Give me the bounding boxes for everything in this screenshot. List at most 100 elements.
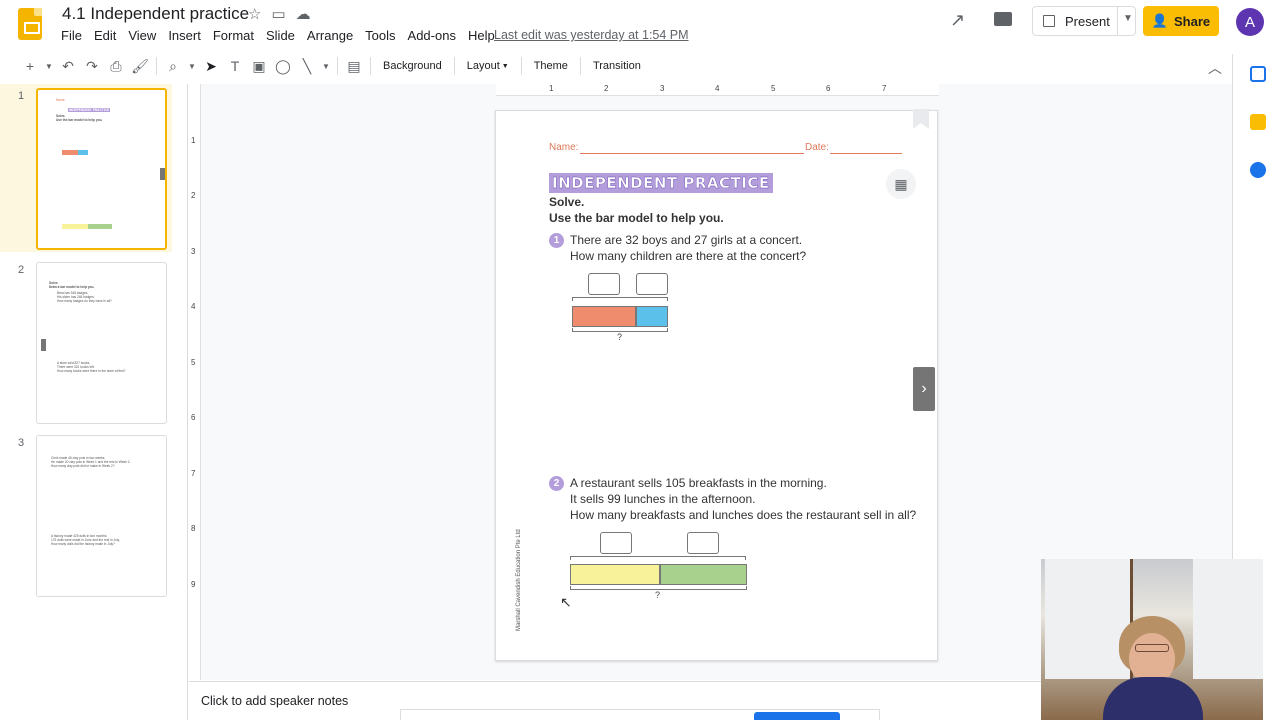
new-slide-icon[interactable]: +: [18, 54, 42, 78]
avatar[interactable]: A: [1236, 8, 1264, 36]
next-page-arrow-icon[interactable]: ›: [913, 367, 935, 411]
speaker-notes-placeholder[interactable]: Click to add speaker notes: [201, 694, 348, 708]
slide-number: 3: [18, 437, 25, 449]
present-icon: [1043, 15, 1055, 27]
top-brace: [570, 556, 746, 560]
person-icon: 👤: [1151, 13, 1169, 28]
instruction-solve: Solve.: [549, 195, 585, 209]
q2-line3: How many breakfasts and lunches does the…: [570, 508, 917, 522]
tasks-icon[interactable]: [1250, 162, 1266, 178]
menu-slide[interactable]: Slide: [266, 28, 302, 43]
menu-addons[interactable]: Add-ons: [408, 28, 463, 43]
slide-filmstrip: 1 Name: INDEPENDENT PRACTICE Solve. Use …: [0, 84, 188, 720]
background-button[interactable]: Background: [375, 54, 450, 78]
filmstrip-row-3: 3 Chris made 46 clay pots in two weeks. …: [0, 431, 172, 599]
slide-number: 2: [18, 264, 25, 276]
answer-box[interactable]: [636, 273, 668, 295]
menu-view[interactable]: View: [128, 28, 163, 43]
star-icon[interactable]: ☆: [248, 5, 261, 23]
thumb-name-label: Name:: [56, 98, 66, 102]
menu-bar: File Edit View Insert Format Slide Arran…: [61, 28, 507, 43]
slide-page[interactable]: Name: Date: INDEPENDENT PRACTICE ▦ Solve…: [495, 109, 938, 661]
menu-tools[interactable]: Tools: [365, 28, 402, 43]
calculator-icon[interactable]: ▦: [886, 169, 916, 199]
thumb-q1-line3: How many clay pots did he make in Week 2…: [51, 464, 115, 468]
thumb-instruction: Use the bar model to help you.: [56, 118, 103, 122]
move-folder-icon[interactable]: ▭: [271, 5, 285, 23]
transition-button[interactable]: Transition: [585, 54, 649, 78]
menu-file[interactable]: File: [61, 28, 89, 43]
slide-thumbnail-2[interactable]: Solve. Draw a bar model to help you. Bre…: [36, 262, 167, 424]
answer-box[interactable]: [588, 273, 620, 295]
unknown-mark: ?: [617, 332, 623, 342]
ruler-tick: 9: [191, 580, 196, 589]
present-label: Present: [1065, 13, 1110, 29]
print-icon[interactable]: ⎙: [104, 54, 128, 78]
layout-button[interactable]: Layout ▼: [459, 54, 517, 78]
menu-edit[interactable]: Edit: [94, 28, 123, 43]
select-cursor-icon[interactable]: ➤: [199, 54, 223, 78]
share-button[interactable]: 👤 Share: [1143, 6, 1219, 36]
shape-icon[interactable]: ◯: [271, 54, 295, 78]
image-icon[interactable]: ▣: [247, 54, 271, 78]
collapse-menus-icon[interactable]: ︿: [1208, 58, 1222, 78]
theme-button[interactable]: Theme: [526, 54, 576, 78]
webcam-video: [1041, 559, 1263, 720]
unknown-mark: ?: [655, 590, 661, 600]
vertical-ruler: 1 2 3 4 5 6 7 8 9: [189, 84, 201, 680]
ruler-tick: 3: [191, 247, 196, 256]
cloud-status-icon[interactable]: ☁: [296, 5, 311, 23]
slides-logo-icon[interactable]: [18, 8, 42, 40]
title-icons: ☆ ▭ ☁: [248, 5, 311, 23]
thumb-prev-arrow: [41, 339, 46, 351]
activity-dashboard-icon[interactable]: ↗: [950, 10, 965, 31]
webcam-body: [1103, 677, 1203, 720]
answer-box[interactable]: [600, 532, 632, 554]
ruler-tick: 6: [191, 413, 196, 422]
question-number-badge: 1: [549, 233, 564, 248]
comments-icon[interactable]: [994, 12, 1012, 26]
question-number-badge: 2: [549, 476, 564, 491]
practice-heading: INDEPENDENT PRACTICE: [549, 173, 773, 193]
document-title[interactable]: 4.1 Independent practice: [62, 4, 249, 24]
keep-icon[interactable]: [1250, 114, 1266, 130]
menu-format[interactable]: Format: [213, 28, 261, 43]
bottom-blue-tab: [754, 712, 840, 720]
thumb-instruction: Draw a bar model to help you.: [49, 285, 95, 289]
present-button[interactable]: Present ▼: [1032, 6, 1136, 36]
slide-thumbnail-3[interactable]: Chris made 46 clay pots in two weeks. He…: [36, 435, 167, 597]
calendar-icon[interactable]: [1250, 66, 1266, 82]
ruler-tick: 3: [660, 84, 665, 93]
name-line: [580, 153, 804, 154]
zoom-dropdown-icon[interactable]: ▼: [185, 54, 199, 78]
undo-icon[interactable]: ↶: [56, 54, 80, 78]
toolbar-divider: [370, 57, 371, 75]
ruler-tick: 4: [191, 302, 196, 311]
answer-box[interactable]: [687, 532, 719, 554]
add-comment-icon[interactable]: ▤: [342, 54, 366, 78]
publisher-credit: Marshall Cavendish Education Pte Ltd: [516, 529, 522, 631]
webcam-glasses: [1135, 644, 1169, 652]
thumb-q1-line3: How many badges do they have in all?: [57, 299, 112, 303]
menu-arrange[interactable]: Arrange: [307, 28, 360, 43]
zoom-icon[interactable]: ⌕: [161, 54, 185, 78]
paint-format-icon[interactable]: 🖌: [128, 54, 152, 78]
date-line: [830, 153, 902, 154]
present-dropdown-icon[interactable]: ▼: [1123, 13, 1133, 24]
webcam-window: [1045, 559, 1133, 679]
line-icon[interactable]: ╲: [295, 54, 319, 78]
line-dropdown-icon[interactable]: ▼: [319, 54, 333, 78]
redo-icon[interactable]: ↷: [80, 54, 104, 78]
text-box-icon[interactable]: T: [223, 54, 247, 78]
slide-thumbnail-1[interactable]: Name: INDEPENDENT PRACTICE Solve. Use th…: [36, 88, 167, 250]
ruler-tick: 6: [826, 84, 831, 93]
toolbar-divider: [520, 57, 522, 75]
menu-insert[interactable]: Insert: [168, 28, 208, 43]
new-slide-dropdown-icon[interactable]: ▼: [42, 54, 56, 78]
thumb-bar-green: [88, 224, 112, 229]
thumb-bar-blue: [78, 150, 88, 155]
layout-dropdown-icon: ▼: [501, 62, 509, 70]
last-edit-link[interactable]: Last edit was yesterday at 1:54 PM: [494, 28, 689, 42]
thumb-bar-orange: [62, 150, 78, 155]
ruler-tick: 5: [191, 358, 196, 367]
